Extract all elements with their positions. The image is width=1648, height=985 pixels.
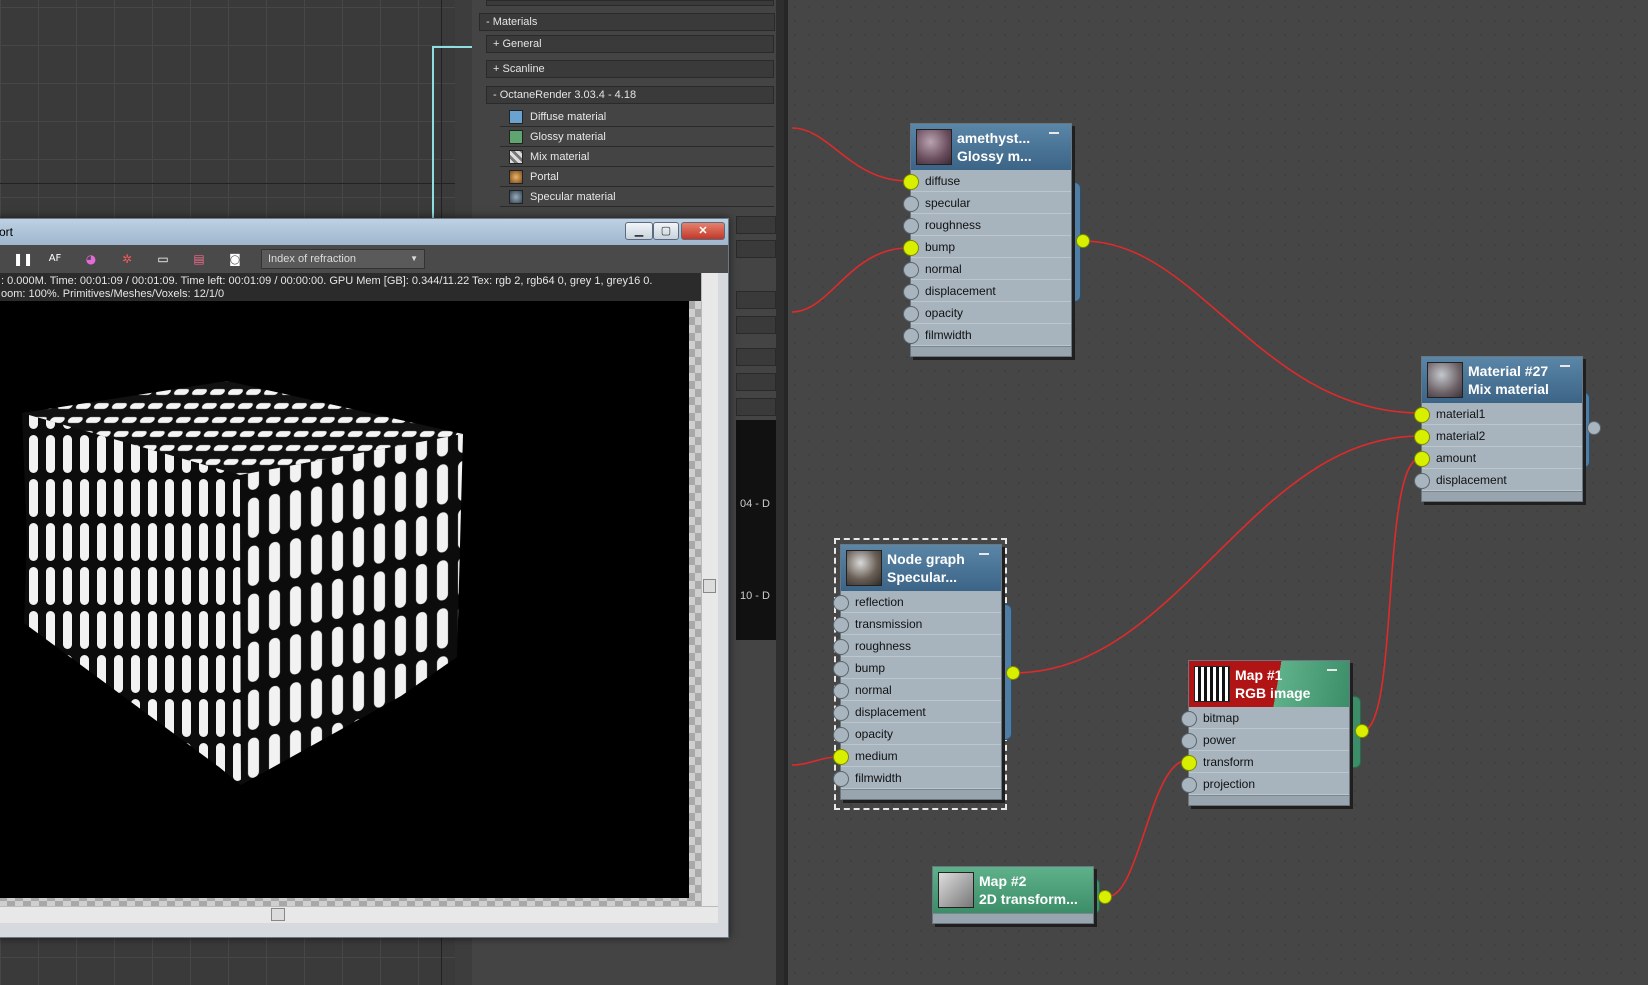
region-icon[interactable]: ✲ [119, 251, 135, 267]
wire-specular-to-material2 [1012, 435, 1422, 674]
node-footer [1422, 491, 1582, 501]
save-icon[interactable]: ▤ [191, 251, 207, 267]
node-glossy-material[interactable]: amethyst... Glossy m... diffuse specular… [903, 123, 1072, 357]
node-header[interactable]: amethyst... Glossy m... [911, 124, 1071, 170]
slot-normal[interactable]: normal [903, 258, 1071, 280]
wire-rgb-to-amount [1361, 457, 1422, 732]
slot-normal[interactable]: normal [833, 679, 1001, 701]
slot-transform[interactable]: transform [1181, 751, 1349, 773]
collapse-icon[interactable] [1049, 132, 1059, 134]
render-canvas[interactable] [0, 301, 701, 906]
texture-thumbnail [1194, 666, 1230, 702]
status-line: : 0.000M. Time: 00:01:09 / 00:01:09. Tim… [1, 275, 653, 287]
node-2d-transform[interactable]: Map #2 2D transform... [932, 866, 1094, 924]
camera-icon[interactable]: ◙ [227, 251, 243, 267]
ior-dropdown[interactable]: Index of refraction ▼ [261, 249, 425, 269]
node-subtitle: Mix material [1468, 381, 1549, 397]
monitor-icon[interactable]: ▭ [155, 251, 171, 267]
slot-medium[interactable]: medium [833, 745, 1001, 767]
slot-transmission[interactable]: transmission [833, 613, 1001, 635]
scrollbar-thumb[interactable] [271, 908, 285, 921]
node-subtitle: RGB image [1235, 685, 1311, 701]
status-line: oom: 100%. Primitives/Meshes/Voxels: 12/… [1, 288, 225, 300]
slot-roughness[interactable]: roughness [903, 214, 1071, 236]
node-header[interactable]: Map #1 RGB image [1189, 661, 1349, 707]
material-thumbnail [846, 550, 882, 586]
slot-material1[interactable]: material1 [1414, 403, 1582, 425]
chevron-down-icon: ▼ [410, 254, 418, 263]
output-pin[interactable] [1355, 724, 1369, 738]
slot-projection[interactable]: projection [1181, 773, 1349, 795]
color-icon[interactable]: ◕ [83, 251, 99, 267]
render-toolbar: ❚❚ AF ◕ ✲ ▭ ▤ ◙ Index of refraction ▼ [0, 245, 728, 273]
slot-filmwidth[interactable]: filmwidth [833, 767, 1001, 789]
maximize-button[interactable]: ▢ [653, 222, 679, 240]
slot-diffuse[interactable]: diffuse [903, 170, 1071, 192]
node-mix-material[interactable]: Material #27 Mix material material1 mate… [1414, 356, 1583, 502]
slot-amount[interactable]: amount [1414, 447, 1582, 469]
rendered-cube [22, 381, 463, 785]
output-pin[interactable] [1006, 666, 1020, 680]
render-window[interactable]: ort ▁ ▢ ✕ ❚❚ AF ◕ ✲ ▭ ▤ ◙ Index of refra… [0, 218, 729, 938]
ior-dropdown-value: Index of refraction [268, 253, 357, 265]
slot-reflection[interactable]: reflection [833, 591, 1001, 613]
wire-glossy-to-material1 [1082, 240, 1422, 414]
slot-roughness[interactable]: roughness [833, 635, 1001, 657]
close-button[interactable]: ✕ [681, 222, 725, 240]
node-header[interactable]: Node graph Specular... [841, 545, 1001, 591]
slot-displacement[interactable]: displacement [833, 701, 1001, 723]
node-footer [1189, 795, 1349, 805]
node-title: Map #2 [979, 873, 1027, 889]
wire-to-diffuse [791, 127, 909, 182]
node-specular-material[interactable]: Node graph Specular... reflection transm… [833, 544, 1002, 800]
transform-thumbnail [938, 872, 974, 908]
output-pin[interactable] [1076, 234, 1090, 248]
collapse-icon[interactable] [1327, 669, 1337, 671]
node-subtitle: Glossy m... [957, 148, 1032, 164]
minimize-button[interactable]: ▁ [625, 222, 653, 240]
scrollbar-thumb[interactable] [703, 579, 716, 593]
wire-to-medium [791, 756, 839, 766]
horizontal-scrollbar[interactable] [0, 906, 718, 923]
slot-bitmap[interactable]: bitmap [1181, 707, 1349, 729]
material-thumbnail [916, 129, 952, 165]
slot-material2[interactable]: material2 [1414, 425, 1582, 447]
node-header[interactable]: Map #2 2D transform... [933, 867, 1093, 913]
pause-icon[interactable]: ❚❚ [13, 251, 33, 267]
slot-power[interactable]: power [1181, 729, 1349, 751]
slot-opacity[interactable]: opacity [903, 302, 1071, 324]
render-status: : 0.000M. Time: 00:01:09 / 00:01:09. Tim… [0, 273, 701, 301]
slot-displacement[interactable]: displacement [1414, 469, 1582, 491]
node-footer [933, 913, 1093, 923]
slot-bump[interactable]: bump [833, 657, 1001, 679]
window-titlebar[interactable]: ort ▁ ▢ ✕ [0, 219, 728, 245]
output-pin[interactable] [1098, 890, 1112, 904]
node-rgb-image[interactable]: Map #1 RGB image bitmap power transform … [1181, 660, 1350, 806]
material-thumbnail [1427, 362, 1463, 398]
slot-displacement[interactable]: displacement [903, 280, 1071, 302]
af-icon[interactable]: AF [47, 251, 63, 267]
wire-transform-to-rgb [1106, 759, 1189, 898]
node-header[interactable]: Material #27 Mix material [1422, 357, 1582, 403]
collapse-icon[interactable] [979, 553, 989, 555]
slot-filmwidth[interactable]: filmwidth [903, 324, 1071, 346]
node-footer [841, 789, 1001, 799]
window-title: ort [0, 225, 14, 239]
node-subtitle: 2D transform... [979, 891, 1078, 907]
wire-to-bump [791, 247, 909, 313]
slot-specular[interactable]: specular [903, 192, 1071, 214]
node-subtitle: Specular... [887, 569, 958, 585]
slot-bump[interactable]: bump [903, 236, 1071, 258]
node-footer [911, 346, 1071, 356]
slot-opacity[interactable]: opacity [833, 723, 1001, 745]
output-pin[interactable] [1587, 421, 1601, 435]
collapse-icon[interactable] [1560, 365, 1570, 367]
